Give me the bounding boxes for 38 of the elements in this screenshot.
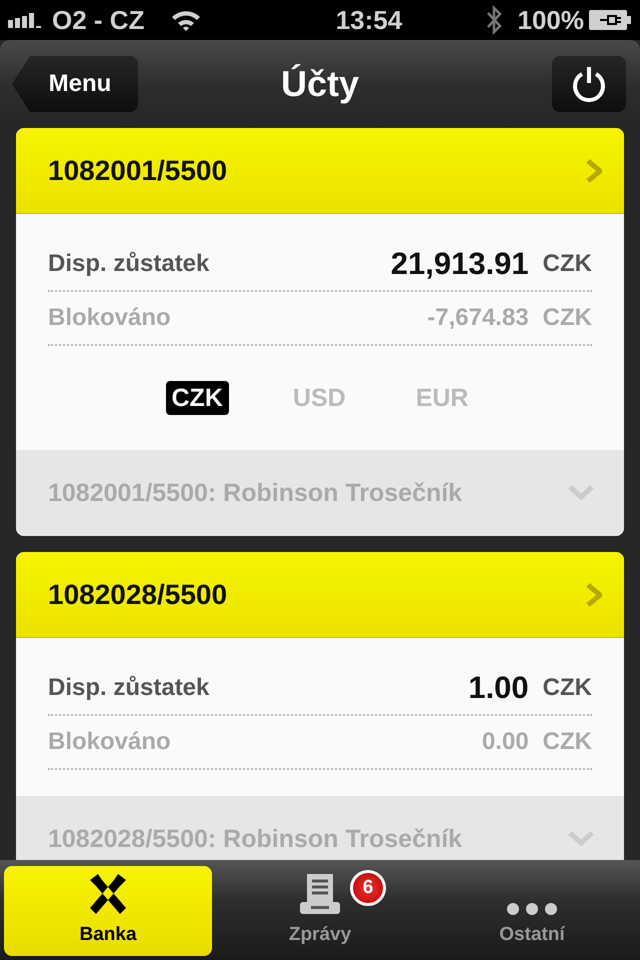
more-icon bbox=[506, 902, 558, 916]
chevron-right-icon bbox=[586, 582, 602, 606]
currency-tab[interactable]: CZK bbox=[166, 381, 229, 415]
currency-code: CZK bbox=[542, 304, 592, 332]
chevron-down-icon bbox=[568, 485, 594, 501]
account-header[interactable]: 1082028/5500 bbox=[16, 552, 624, 638]
account-number: 1082028/5500 bbox=[48, 578, 228, 610]
tab-bar-item[interactable]: Zprávy 6 bbox=[216, 866, 424, 956]
currency-code: CZK bbox=[542, 674, 592, 702]
battery-percentage: 100% bbox=[517, 4, 584, 36]
battery-icon bbox=[588, 9, 632, 31]
bluetooth-icon bbox=[485, 5, 504, 35]
balance-label: Blokováno bbox=[48, 304, 172, 332]
currency-code: CZK bbox=[542, 250, 592, 278]
power-icon bbox=[571, 65, 607, 103]
page-title: Účty bbox=[280, 63, 360, 105]
account-header[interactable]: 1082001/5500 bbox=[16, 128, 624, 214]
balance-amount: 21,913.91 bbox=[390, 246, 529, 282]
balance-label: Disp. zůstatek bbox=[48, 674, 210, 702]
carrier-name: O2 - CZ bbox=[52, 4, 144, 36]
tab-bar-item[interactable]: Ostatní bbox=[428, 866, 636, 956]
account-owner: 1082028/5500: Robinson Trosečník bbox=[48, 824, 462, 854]
notification-badge: 6 bbox=[350, 870, 386, 906]
menu-back-button[interactable]: Menu bbox=[12, 56, 138, 112]
chevron-right-icon bbox=[586, 158, 602, 182]
logout-button[interactable] bbox=[552, 56, 626, 112]
tab-bar-item[interactable]: Banka bbox=[4, 866, 212, 956]
account-owner: 1082001/5500: Robinson Trosečník bbox=[48, 478, 462, 508]
currency-code: CZK bbox=[542, 728, 592, 756]
balance-label: Disp. zůstatek bbox=[48, 250, 210, 278]
balance-amount: -7,674.83 bbox=[427, 304, 529, 332]
balance-amount: 0.00 bbox=[482, 728, 529, 756]
balance-amount: 1.00 bbox=[468, 670, 529, 706]
account-number: 1082001/5500 bbox=[48, 154, 228, 186]
printer-icon bbox=[299, 872, 341, 916]
clock-time: 13:54 bbox=[334, 4, 402, 36]
balance-label: Blokováno bbox=[48, 728, 172, 756]
chevron-down-icon bbox=[568, 831, 594, 847]
